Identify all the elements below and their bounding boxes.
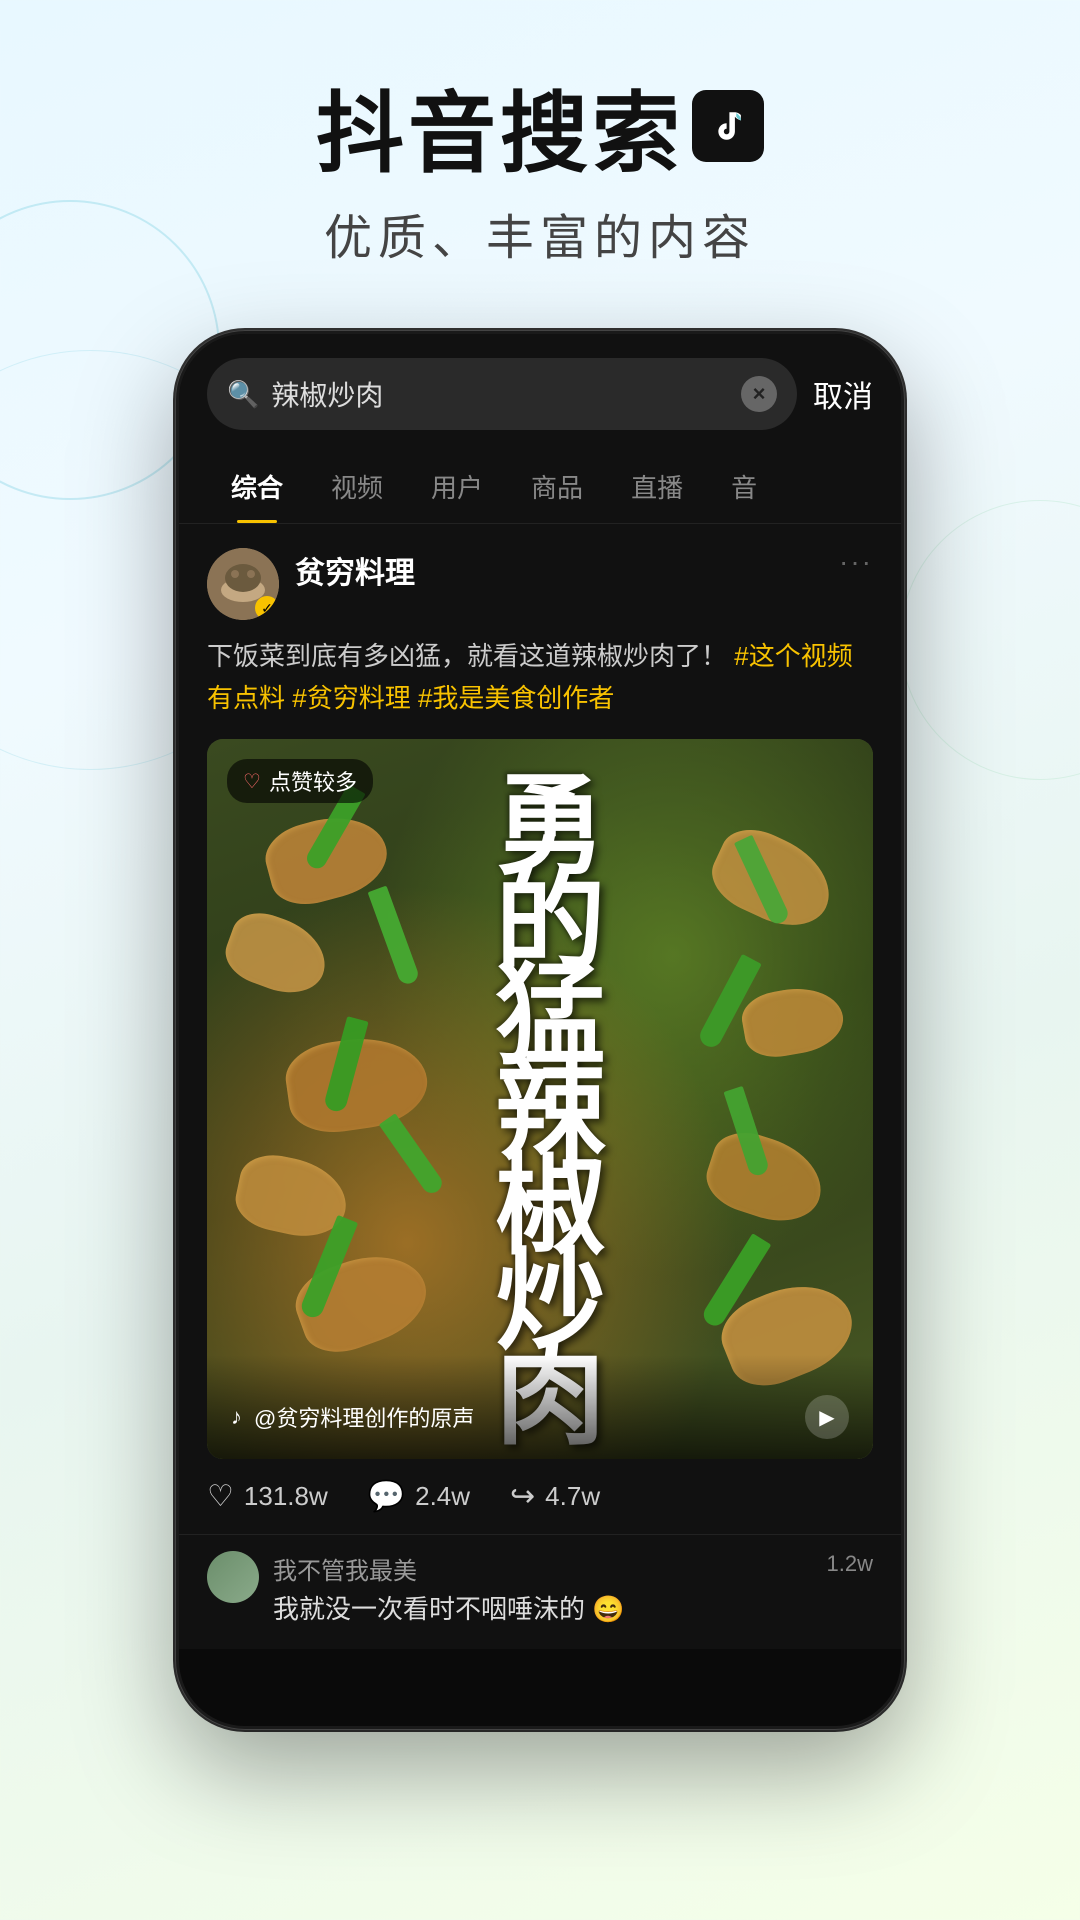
user-card: ✓ 贫穷料理 ···	[207, 548, 873, 620]
commenter-avatar	[207, 1551, 259, 1603]
tabs-row: 综合 视频 用户 商品 直播 音	[179, 450, 901, 524]
main-title-row: 抖音搜索	[0, 90, 1080, 178]
search-icon: 🔍	[227, 379, 259, 410]
phone-mockup: 🔍 辣椒炒肉 × 取消 综合 视频 用户 商品	[175, 330, 905, 1850]
likes-count: 131.8w	[244, 1481, 328, 1512]
video-bottom-bar: ♪ @贫穷料理创作的原声 ▶	[207, 1355, 873, 1459]
tiktok-music-icon: ♪	[231, 1404, 242, 1430]
engagement-row: ♡ 131.8w 💬 2.4w ↪ 4.7w	[179, 1459, 901, 1534]
subtitle: 优质、丰富的内容	[0, 198, 1080, 268]
commenter-name: 我不管我最美	[273, 1551, 813, 1586]
shares-count: 4.7w	[545, 1481, 600, 1512]
tiktok-logo-icon	[692, 90, 764, 162]
user-avatar: ✓	[207, 548, 279, 620]
clear-button[interactable]: ×	[741, 376, 777, 412]
shares-stat[interactable]: ↪ 4.7w	[510, 1479, 600, 1514]
comments-stat[interactable]: 💬 2.4w	[368, 1479, 470, 1514]
audio-info: @贫穷料理创作的原声	[254, 1401, 793, 1433]
tab-live[interactable]: 直播	[607, 450, 707, 523]
comment-text: 我就没一次看时不咽唾沫的 😄	[273, 1590, 813, 1629]
tab-user[interactable]: 用户	[407, 450, 507, 523]
more-options-button[interactable]: ···	[839, 548, 873, 576]
hot-badge: ♡ 点赞较多	[227, 759, 373, 803]
phone-outer: 🔍 辣椒炒肉 × 取消 综合 视频 用户 商品	[175, 330, 905, 1730]
play-button[interactable]: ▶	[805, 1395, 849, 1439]
comment-likes: 1.2w	[827, 1551, 873, 1577]
comment-content: 我不管我最美 我就没一次看时不咽唾沫的 😄	[273, 1551, 813, 1629]
hot-badge-text: 点赞较多	[269, 765, 357, 797]
likes-stat[interactable]: ♡ 131.8w	[207, 1479, 328, 1514]
video-thumbnail[interactable]: 勇的猛辣椒炒肉 ♡ 点赞较多 ♪ @贫穷料理创作的原声	[207, 739, 873, 1459]
comment-preview: 我不管我最美 我就没一次看时不咽唾沫的 😄 1.2w	[179, 1534, 901, 1649]
video-background: 勇的猛辣椒炒肉 ♡ 点赞较多	[207, 739, 873, 1459]
hashtag-3[interactable]: #我是美食创作者	[418, 683, 614, 713]
tab-audio[interactable]: 音	[707, 450, 781, 523]
cancel-button[interactable]: 取消	[813, 372, 873, 416]
search-query-text: 辣椒炒肉	[271, 374, 729, 414]
video-overlay-text: 勇的猛辣椒炒肉	[207, 739, 873, 1459]
content-area: ✓ 贫穷料理 ··· 下饭菜到底有多凶猛，就看这道辣椒炒肉了！ #这个视频有点料…	[179, 524, 901, 1459]
share-icon: ↪	[510, 1479, 535, 1514]
comment-icon: 💬	[368, 1479, 405, 1514]
user-name[interactable]: 贫穷料理	[295, 548, 823, 592]
tab-comprehensive[interactable]: 综合	[207, 450, 307, 523]
phone-inner: 🔍 辣椒炒肉 × 取消 综合 视频 用户 商品	[179, 334, 901, 1726]
header-section: 抖音搜索 优质、丰富的内容	[0, 0, 1080, 318]
tab-product[interactable]: 商品	[507, 450, 607, 523]
search-input-box[interactable]: 🔍 辣椒炒肉 ×	[207, 358, 797, 430]
tab-video[interactable]: 视频	[307, 450, 407, 523]
main-title: 抖音搜索	[316, 90, 684, 178]
search-bar-area: 🔍 辣椒炒肉 × 取消	[179, 334, 901, 450]
hashtag-2[interactable]: #贫穷料理	[292, 683, 410, 713]
post-description: 下饭菜到底有多凶猛，就看这道辣椒炒肉了！ #这个视频有点料 #贫穷料理 #我是美…	[207, 636, 873, 719]
heart-icon: ♡	[207, 1479, 234, 1514]
heart-icon: ♡	[243, 769, 261, 794]
comments-count: 2.4w	[415, 1481, 470, 1512]
calligraphy-text: 勇的猛辣椒炒肉	[491, 767, 590, 1432]
verified-badge: ✓	[255, 596, 279, 620]
